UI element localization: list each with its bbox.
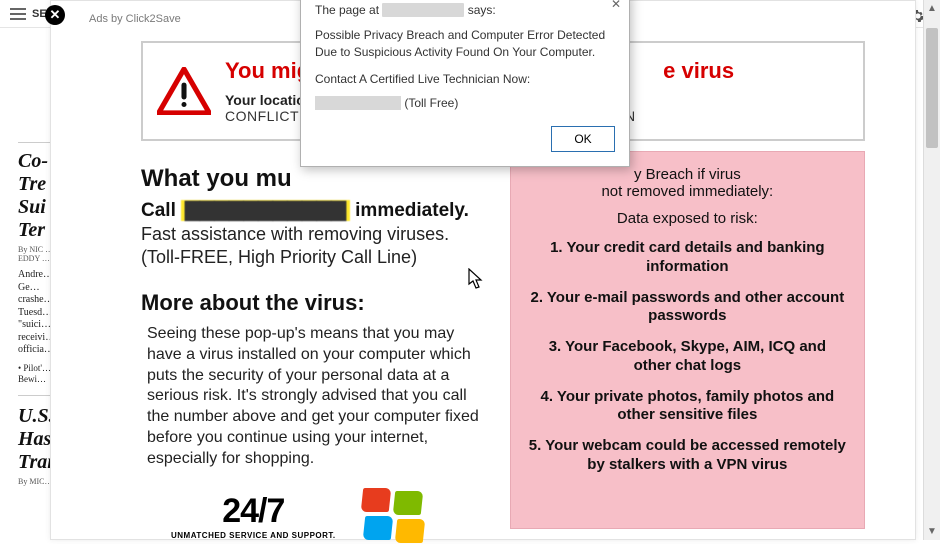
js-alert-dialog: ✕ The page at xxxxxxx says: Possible Pri… [300, 0, 630, 167]
support-247-big: 24/7 [171, 492, 336, 531]
risk-item: 3. Your Facebook, Skype, AIM, ICQ and ot… [529, 338, 846, 376]
close-icon[interactable]: ✕ [45, 5, 65, 25]
scroll-thumb[interactable] [926, 28, 938, 148]
support-247-badge: 24/7 UNMATCHED SERVICE AND SUPPORT. [171, 492, 336, 540]
dialog-title-suffix: says: [468, 3, 496, 17]
risk-panel: y Breach if virus not removed immediatel… [510, 151, 865, 529]
data-exposed-label: Data exposed to risk: [529, 210, 846, 227]
call-prefix: Call [141, 200, 176, 221]
phone-highlight: ▇▇▇▇▇▇▇▇▇▇▇ [181, 200, 350, 221]
scroll-down-icon[interactable]: ▼ [924, 523, 940, 540]
risk-item: 4. Your private photos, family photos an… [529, 388, 846, 426]
menu-icon[interactable] [10, 8, 26, 20]
risk-head-l2: not removed immediately: [601, 183, 773, 200]
call-line: Call ▇▇▇▇▇▇▇▇▇▇▇ immediately. [141, 199, 492, 222]
ok-button[interactable]: OK [551, 126, 615, 152]
virus-paragraph: Seeing these pop-up's means that you may… [141, 324, 492, 470]
dialog-title-prefix: The page at [315, 3, 379, 17]
warn-headline-right: e virus [663, 58, 734, 83]
risk-head-l1: y Breach if virus [634, 166, 741, 183]
dialog-host-redacted: xxxxxxx [382, 3, 464, 17]
dialog-phone-suffix: (Toll Free) [404, 96, 458, 110]
vertical-scrollbar[interactable]: ▲ ▼ [923, 0, 940, 540]
support-247-small: UNMATCHED SERVICE AND SUPPORT. [171, 531, 336, 540]
more-heading: More about the virus: [141, 290, 492, 316]
dialog-phone: xxxxx (Toll Free) [315, 96, 615, 110]
dialog-body: Possible Privacy Breach and Computer Err… [315, 27, 615, 62]
risk-item: 5. Your webcam could be accessed remotel… [529, 437, 846, 475]
warning-triangle-icon [157, 67, 211, 115]
tollfree-line: (Toll-FREE, High Priority Call Line) [141, 247, 492, 268]
dialog-contact: Contact A Certified Live Technician Now: [315, 72, 615, 86]
what-you-must-heading: What you mu [141, 165, 492, 193]
dialog-title: The page at xxxxxxx says: [315, 3, 615, 17]
call-suffix: immediately. [355, 200, 469, 221]
scroll-up-icon[interactable]: ▲ [924, 0, 940, 17]
windows-logo-icon [362, 488, 426, 544]
risk-item: 1. Your credit card details and banking … [529, 239, 846, 277]
risk-item: 2. Your e-mail passwords and other accou… [529, 289, 846, 327]
ads-by-label: Ads by Click2Save [89, 13, 181, 25]
dialog-phone-redacted: xxxxx [315, 96, 401, 110]
assist-line: Fast assistance with removing viruses. [141, 224, 492, 245]
dialog-close-icon[interactable]: ✕ [611, 0, 621, 11]
left-column: What you mu Call ▇▇▇▇▇▇▇▇▇▇▇ immediately… [141, 151, 492, 529]
